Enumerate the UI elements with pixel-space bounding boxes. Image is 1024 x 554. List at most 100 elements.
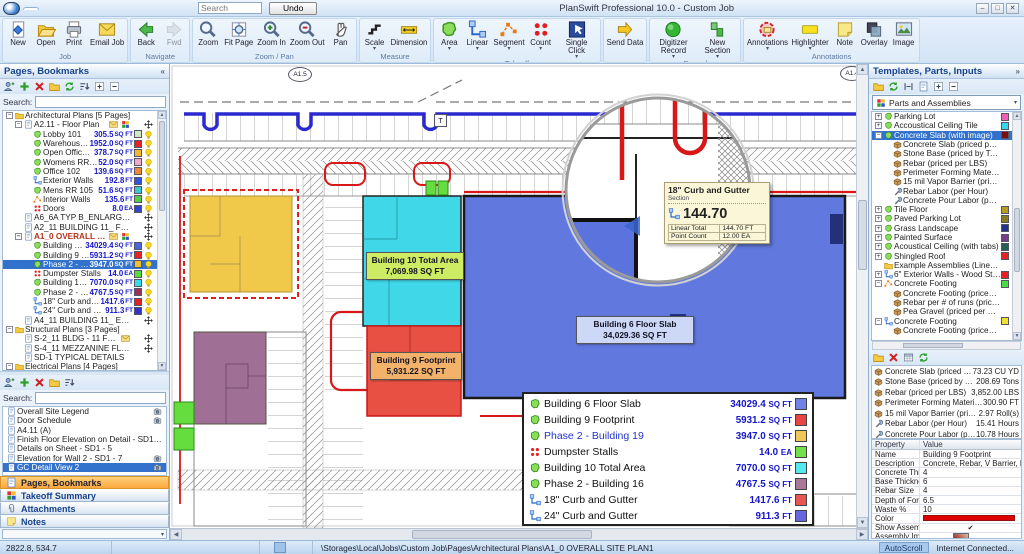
template-tree-item[interactable]: + 6" Exterior Walls - Wood Studs - Insul… — [872, 270, 1021, 279]
expand-toggle-icon[interactable]: − — [6, 112, 13, 119]
visibility-bulb-icon[interactable] — [144, 251, 153, 260]
templates-scrollbar[interactable]: ▲ ▼ — [1012, 112, 1021, 340]
tree-item[interactable]: − A1_0 OVERALL SITE PLAN1 — [3, 232, 166, 241]
color-swatch[interactable] — [134, 140, 142, 148]
tree-item[interactable]: Phase 2 - Building 19 3947.0SQ FT — [3, 260, 166, 269]
panel-nav-button[interactable]: Pages, Bookmarks — [0, 476, 169, 489]
color-value-bar[interactable] — [923, 515, 1015, 521]
move-cross-icon[interactable] — [144, 334, 153, 343]
color-swatch[interactable] — [134, 307, 142, 315]
scroll-left-icon[interactable]: ◀ — [170, 529, 182, 540]
visibility-bulb-icon[interactable] — [144, 130, 153, 139]
color-swatch[interactable] — [134, 195, 142, 203]
add-user-icon[interactable] — [4, 81, 15, 92]
expand-toggle-icon[interactable]: + — [875, 215, 882, 222]
tree-item[interactable]: Building 9 Footprint 5931.2SQ FT — [3, 250, 166, 259]
legend-row[interactable]: Building 10 Total Area 7070.0 SQ FT — [529, 460, 807, 476]
sort-icon[interactable] — [79, 81, 90, 92]
menu-tab[interactable] — [67, 7, 81, 10]
template-tree-item[interactable]: Concrete Pour Labor (per Hour) — [872, 196, 1021, 205]
expand-toggle-icon[interactable]: + — [875, 234, 882, 241]
quick-search-input[interactable] — [198, 2, 262, 14]
mode-toggle[interactable] — [298, 542, 310, 553]
legend-row[interactable]: Phase 2 - Building 19 3947.0 SQ FT — [529, 428, 807, 444]
color-swatch[interactable] — [134, 205, 142, 213]
camera-icon[interactable] — [153, 463, 162, 472]
expand-toggle-icon[interactable]: − — [6, 326, 13, 333]
minimize-icon[interactable]: – — [976, 3, 989, 14]
color-swatch[interactable] — [1001, 252, 1009, 260]
bookmark-item[interactable]: GC Detail View 2 — [3, 463, 166, 472]
tree-item[interactable]: A4_11 BUILDING 11_ EXTERIOR ELEVATIONS — [3, 316, 166, 325]
canvas-vscrollbar[interactable]: ▲ ▼ — [856, 64, 868, 528]
template-tree-item[interactable]: − Concrete Footing — [872, 317, 1021, 326]
color-swatch[interactable] — [134, 279, 142, 287]
expand-all-icon[interactable] — [94, 81, 105, 92]
move-cross-icon[interactable] — [144, 344, 153, 353]
ribbon-button[interactable]: Zoom ▾ — [194, 20, 222, 47]
tree-item[interactable]: − Architectural Plans [5 Pages] — [3, 111, 166, 120]
ribbon-button[interactable]: Email Job ▾ — [88, 20, 126, 47]
folder-icon[interactable] — [49, 81, 60, 92]
autoscroll-button[interactable]: AutoScroll — [879, 542, 929, 553]
expand-all-icon[interactable] — [933, 81, 944, 92]
tree-item[interactable]: Building 10 Total Area 7070.0SQ FT — [3, 278, 166, 287]
tree-item[interactable]: Open Office 106 378.7SQ FT — [3, 148, 166, 157]
collapse-panel-icon[interactable]: « — [161, 67, 165, 76]
tree-item[interactable]: S-4_11 MEZZANINE FLOOR FRAMING - BLDG 11 — [3, 343, 166, 352]
bookmark-item[interactable]: Finish Floor Elevation on Detail - SD1- … — [3, 435, 166, 444]
ribbon-button[interactable]: Count ▾ — [527, 20, 555, 51]
part-row[interactable]: Rebar Labor (per Hour) 15.41 Hours — [872, 419, 1021, 430]
template-tree-item[interactable]: + Painted Surface — [872, 233, 1021, 242]
part-row[interactable]: Concrete Pour Labor (per Hour) 10.78 Hou… — [872, 429, 1021, 439]
panel-nav-button[interactable]: Attachments — [0, 502, 169, 515]
color-swatch[interactable] — [1001, 113, 1009, 121]
undo-button[interactable]: Undo — [269, 2, 317, 15]
ribbon-button[interactable]: Back ▾ — [132, 20, 160, 47]
color-swatch[interactable] — [134, 288, 142, 296]
move-cross-icon[interactable] — [144, 120, 153, 129]
template-tree-item[interactable]: + Shingled Roof — [872, 251, 1021, 260]
table-icon[interactable] — [903, 352, 914, 363]
expand-toggle-icon[interactable]: − — [875, 280, 882, 287]
part-row[interactable]: Concrete Slab (priced per CU YD) 73.23 C… — [872, 366, 1021, 377]
tree-item[interactable]: Dumpster Stalls 14.0EA — [3, 269, 166, 278]
canvas-hscrollbar[interactable]: ◀ ▶ — [170, 528, 868, 540]
parts-assemblies-dropdown[interactable]: Parts and Assemblies ▾ — [872, 95, 1021, 110]
legend-row[interactable]: Phase 2 - Building 16 4767.5 SQ FT — [529, 476, 807, 492]
camera-icon[interactable] — [153, 416, 162, 425]
move-cross-icon[interactable] — [144, 316, 153, 325]
menu-tab[interactable] — [81, 7, 95, 10]
tree-item[interactable]: 24" Curb and Gutter 911.3FT — [3, 306, 166, 315]
mode-toggle[interactable] — [286, 542, 298, 553]
legend-row[interactable]: 18" Curb and Gutter 1417.6 FT — [529, 492, 807, 508]
template-tree-item[interactable]: + Accoustical Ceiling Tile — [872, 121, 1021, 130]
move-cross-icon[interactable] — [144, 213, 153, 222]
color-swatch[interactable] — [1001, 224, 1009, 232]
color-swatch[interactable] — [134, 270, 142, 278]
visibility-bulb-icon[interactable] — [144, 139, 153, 148]
envelope-icon[interactable] — [109, 120, 118, 129]
tree-scrollbar[interactable]: ▲ ▼ — [157, 111, 166, 370]
expand-toggle-icon[interactable]: + — [875, 206, 882, 213]
template-tree-item[interactable]: Concrete Slab (priced per CU YD) — [872, 140, 1021, 149]
refresh-icon[interactable] — [888, 81, 899, 92]
ribbon-button[interactable]: Linear ▾ — [463, 20, 491, 51]
envelope-icon[interactable] — [109, 232, 118, 241]
template-tree-item[interactable]: − Concrete Footing — [872, 279, 1021, 288]
refresh-icon[interactable] — [64, 81, 75, 92]
ribbon-button[interactable]: Annotations ▾ — [745, 20, 789, 51]
tree-item[interactable]: − Electrical Plans [4 Pages] — [3, 362, 166, 371]
tree-item[interactable]: A2_11 BUILDING 11_ FLOOR PLAN — [3, 223, 166, 232]
ribbon-button[interactable]: Area ▾ — [435, 20, 463, 51]
legend-row[interactable]: 24" Curb and Gutter 911.3 FT — [529, 508, 807, 524]
move-cross-icon[interactable] — [144, 232, 153, 241]
color-swatch[interactable] — [134, 186, 142, 194]
panel-nav-button[interactable]: Notes — [0, 515, 169, 528]
template-tree-item[interactable]: + Acoustical Ceiling (with tabs) — [872, 242, 1021, 251]
part-row[interactable]: Perimeter Forming Material (priced per .… — [872, 398, 1021, 409]
expand-toggle-icon[interactable]: + — [875, 253, 882, 260]
visibility-bulb-icon[interactable] — [144, 204, 153, 213]
template-tree-item[interactable]: Rebar per # of runs (priced per LBS) — [872, 298, 1021, 307]
expand-toggle-icon[interactable]: − — [15, 233, 22, 240]
